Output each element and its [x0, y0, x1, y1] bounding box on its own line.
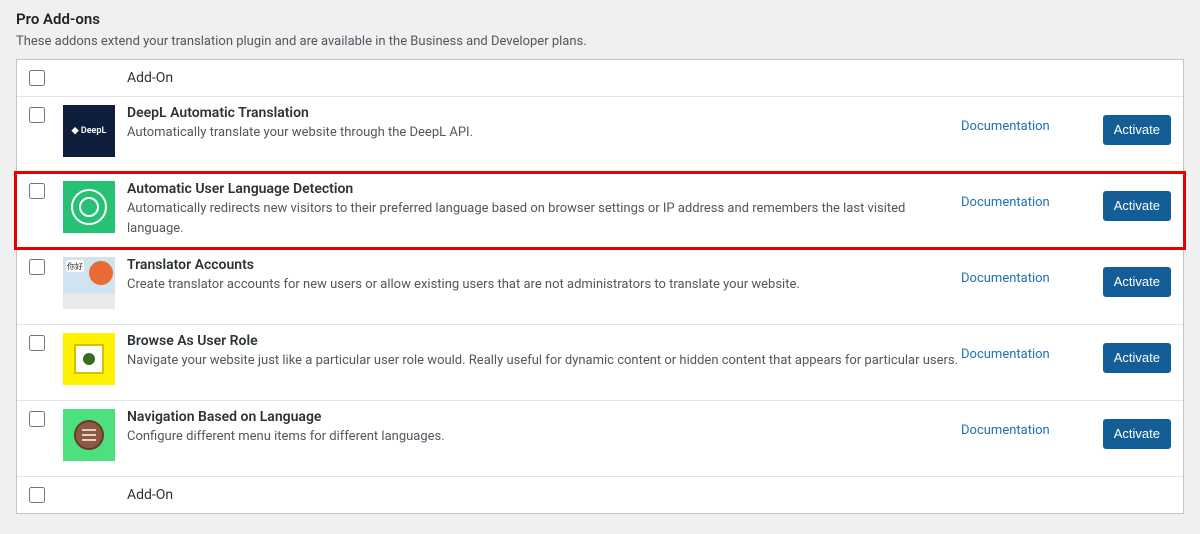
addon-title[interactable]: DeepL Automatic Translation — [127, 105, 961, 121]
table-footer-row: Add-On — [17, 476, 1183, 513]
table-row: Browse As User Role Navigate your website… — [17, 324, 1183, 400]
row-checkbox[interactable] — [29, 107, 45, 123]
row-checkbox[interactable] — [29, 335, 45, 351]
addon-title[interactable]: Browse As User Role — [127, 333, 961, 349]
table-row: Navigation Based on Language Configure di… — [17, 400, 1183, 476]
addon-title[interactable]: Translator Accounts — [127, 257, 961, 273]
addon-title[interactable]: Automatic User Language Detection — [127, 181, 961, 197]
activate-button[interactable]: Activate — [1103, 191, 1171, 221]
addon-icon: 你好 — [63, 257, 115, 309]
addons-table: Add-On ◆ DeepL DeepL Automatic Translatio… — [16, 59, 1184, 514]
table-row: ◆ DeepL DeepL Automatic Translation Automa… — [17, 96, 1183, 172]
addon-icon — [63, 333, 115, 385]
addon-description: Automatically redirects new visitors to … — [127, 199, 961, 238]
column-footer-addon[interactable]: Add-On — [59, 487, 173, 503]
addon-icon — [63, 181, 115, 233]
activate-button[interactable]: Activate — [1103, 115, 1171, 145]
documentation-link[interactable]: Documentation — [961, 271, 1050, 286]
documentation-link[interactable]: Documentation — [961, 423, 1050, 438]
addon-description: Navigate your website just like a partic… — [127, 351, 961, 371]
addon-description: Configure different menu items for diffe… — [127, 427, 961, 447]
activate-button[interactable]: Activate — [1103, 343, 1171, 373]
activate-button[interactable]: Activate — [1103, 267, 1171, 297]
addon-icon: ◆ DeepL — [63, 105, 115, 157]
select-all-checkbox-bottom[interactable] — [29, 487, 45, 503]
page-title: Pro Add-ons — [16, 10, 1184, 28]
activate-button[interactable]: Activate — [1103, 419, 1171, 449]
addon-description: Automatically translate your website thr… — [127, 123, 961, 143]
addon-icon — [63, 409, 115, 461]
row-checkbox[interactable] — [29, 411, 45, 427]
select-all-checkbox-top[interactable] — [29, 70, 45, 86]
page-description: These addons extend your translation plu… — [16, 34, 1184, 49]
table-header-row: Add-On — [17, 60, 1183, 96]
addon-description: Create translator accounts for new users… — [127, 275, 961, 295]
table-row: 你好 Translator Accounts Create translator a… — [17, 248, 1183, 324]
documentation-link[interactable]: Documentation — [961, 195, 1050, 210]
documentation-link[interactable]: Documentation — [961, 119, 1050, 134]
row-checkbox[interactable] — [29, 183, 45, 199]
addon-title[interactable]: Navigation Based on Language — [127, 409, 961, 425]
row-checkbox[interactable] — [29, 259, 45, 275]
documentation-link[interactable]: Documentation — [961, 347, 1050, 362]
table-row: Automatic User Language Detection Automat… — [17, 172, 1183, 248]
column-header-addon[interactable]: Add-On — [59, 70, 173, 86]
